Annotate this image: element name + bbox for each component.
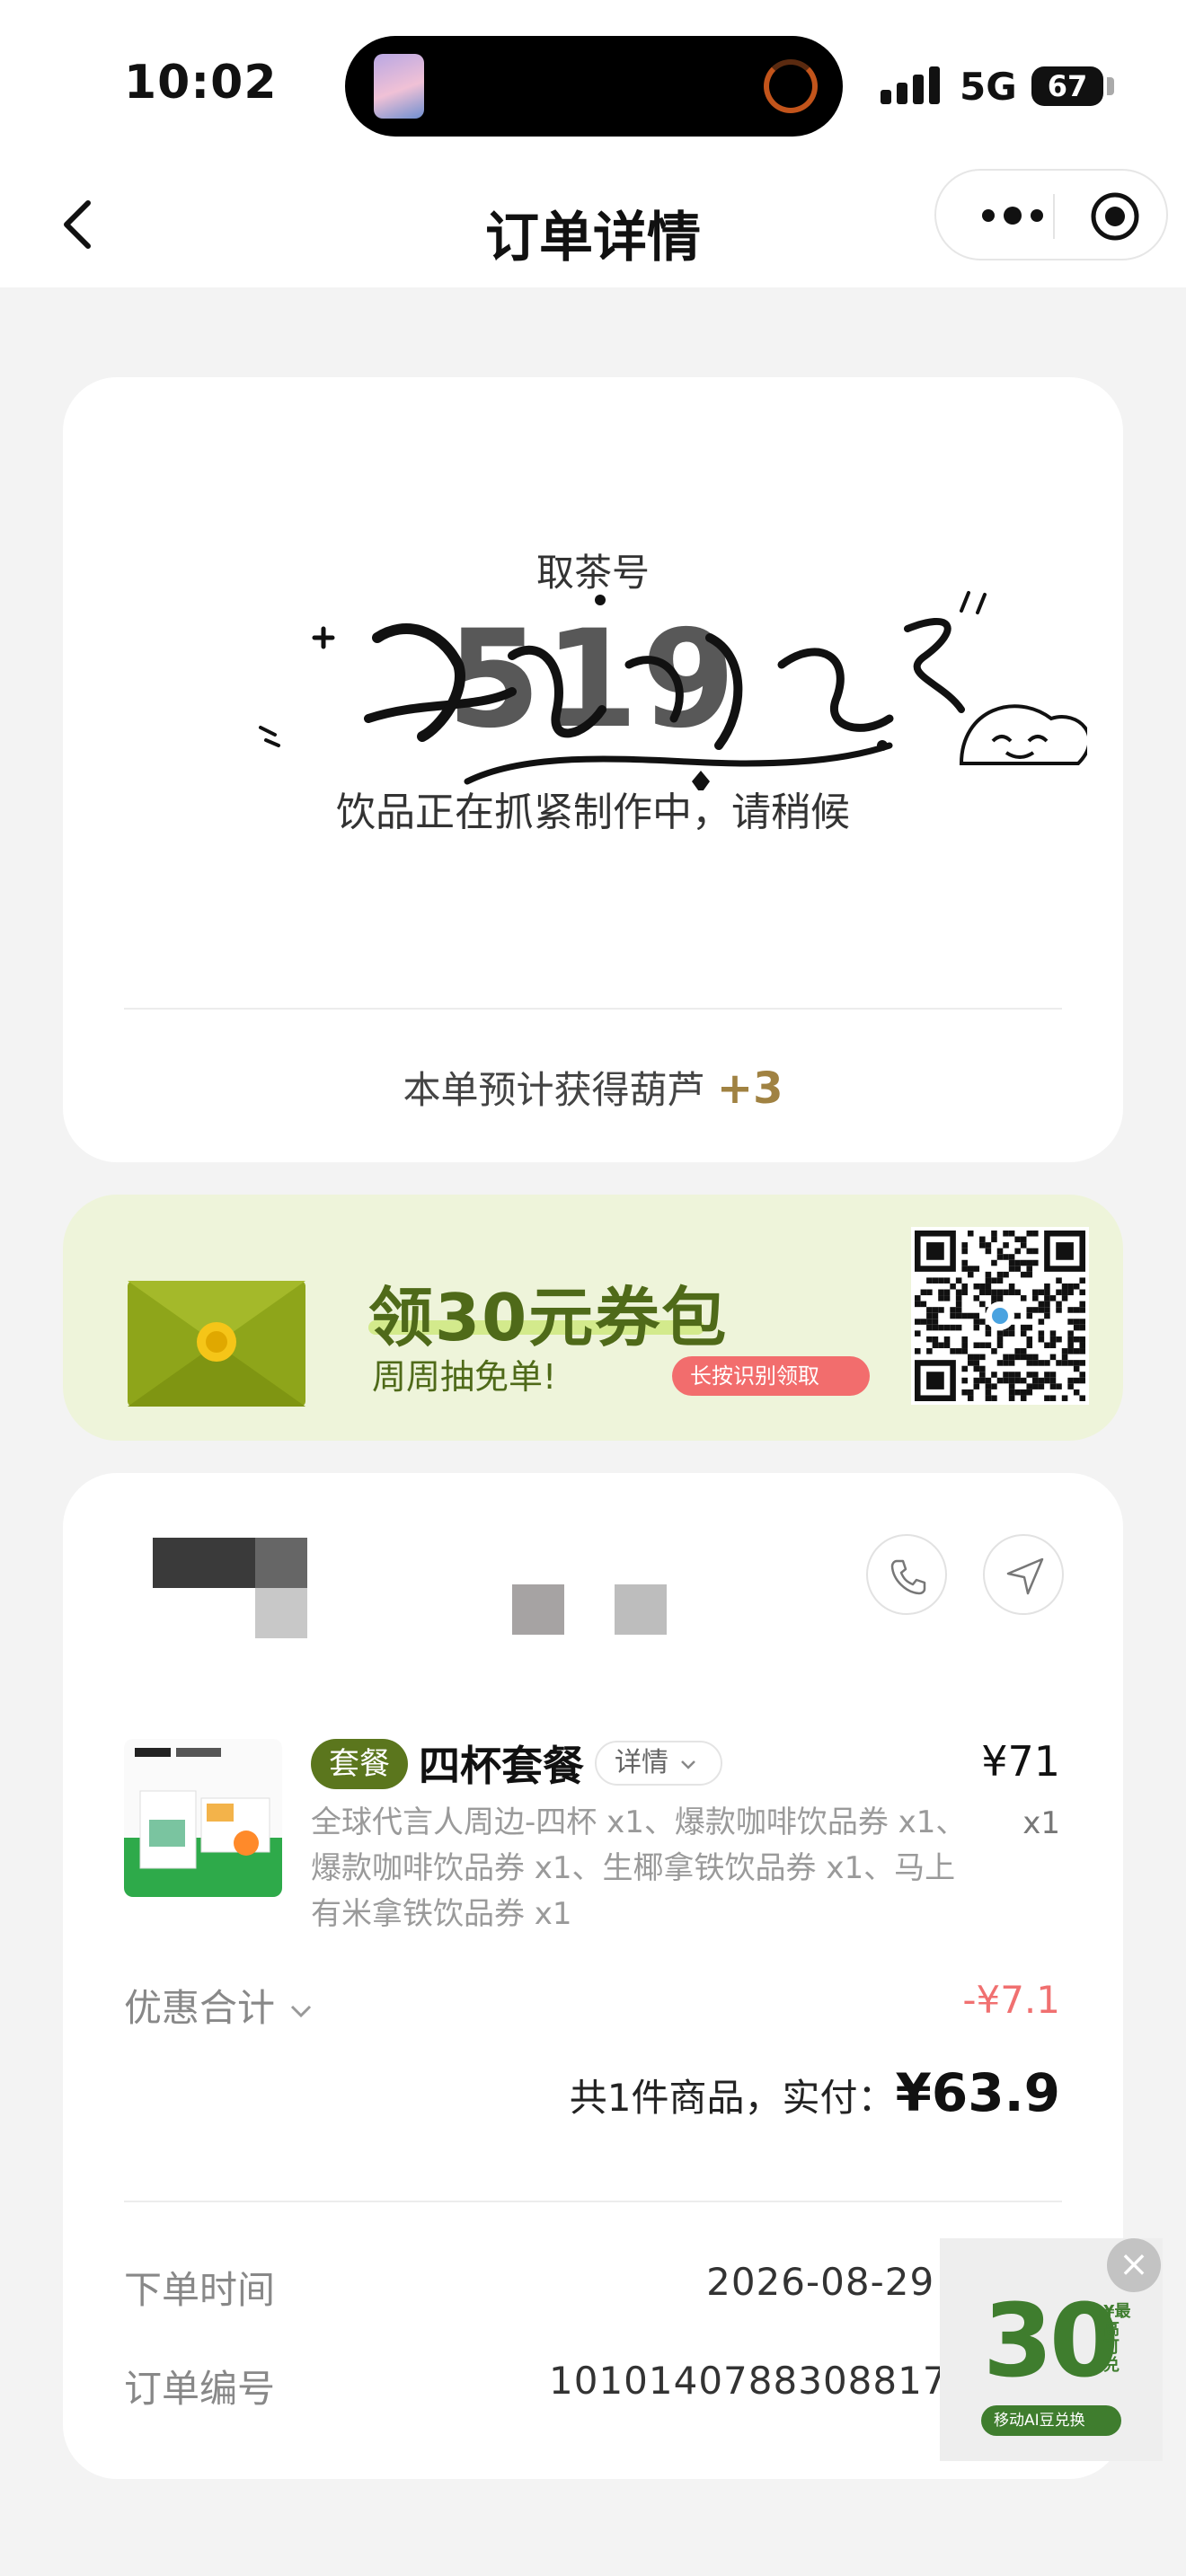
coupon-banner[interactable]: 领30元券包 周周抽免单! 长按识别领取 [63, 1195, 1123, 1441]
discount-label: 优惠合计 [124, 1986, 276, 2030]
close-ad-button[interactable]: × [1107, 2238, 1161, 2292]
order-time-label: 下单时间 [124, 2268, 276, 2312]
status-bar: 10:02 5G 67 [0, 0, 1186, 162]
navigation-icon [1006, 1557, 1044, 1595]
order-number-label: 订单编号 [124, 2367, 276, 2411]
target-close-icon [1091, 192, 1139, 241]
store-name-redacted [255, 1538, 307, 1588]
product-image [124, 1739, 282, 1897]
capsule-divider [1053, 194, 1055, 239]
discount-toggle[interactable]: 优惠合计 [124, 1978, 315, 2033]
bundle-tag: 套餐 [311, 1739, 408, 1789]
progress-ring-icon [764, 59, 818, 113]
product-name: 四杯套餐 [419, 1742, 584, 1790]
product-quantity: x1 [1022, 1805, 1060, 1841]
chevron-down-icon [680, 1760, 695, 1769]
order-summary: 共1件商品，实付：¥63.9 [570, 2062, 1060, 2123]
navigate-button[interactable] [983, 1534, 1064, 1615]
pickup-card: 取茶号 519 饮品正在抓紧制作中，请稍候 本单预计获得葫芦 +3 [63, 377, 1123, 1162]
signal-icon [881, 65, 943, 104]
summary-text: 共1件商品，实付： [569, 2076, 896, 2120]
detail-label: 详情 [615, 1747, 668, 1778]
banner-pill: 长按识别领取 [672, 1356, 870, 1396]
media-thumbnail [374, 54, 424, 119]
card-divider [124, 1008, 1062, 1010]
bonus-label: 本单预计获得葫芦 [403, 1068, 705, 1112]
store-address-redacted [512, 1584, 564, 1635]
discount-value: -¥7.1 [962, 1978, 1060, 2022]
dynamic-island [345, 36, 843, 137]
order-number-value[interactable]: 101014078830881726 [549, 2359, 997, 2403]
ad-amount: 30 [983, 2283, 1120, 2400]
call-store-button[interactable] [866, 1534, 947, 1615]
status-time: 10:02 [124, 56, 278, 110]
calligraphy-decoration [259, 591, 1087, 790]
making-status-text: 饮品正在抓紧制作中，请稍候 [336, 790, 850, 835]
phone-icon [890, 1559, 926, 1595]
qr-code-icon[interactable] [911, 1227, 1089, 1405]
more-icon [982, 207, 1043, 225]
paid-amount: ¥63.9 [895, 2062, 1060, 2123]
battery-icon: 67 [1031, 66, 1103, 106]
banner-title: 领30元券包 [368, 1280, 729, 1355]
more-button[interactable] [972, 201, 1053, 230]
exit-button[interactable] [1089, 190, 1141, 243]
nav-bar: 订单详情 [0, 162, 1186, 287]
product-price: ¥71 [981, 1737, 1060, 1786]
battery-cap [1107, 77, 1114, 95]
bonus-text: 本单预计获得葫芦 +3 [63, 1060, 1123, 1115]
card-divider [124, 2201, 1062, 2202]
chevron-down-icon [291, 2005, 312, 2017]
close-icon: × [1119, 2244, 1149, 2285]
store-name-redacted [255, 1588, 307, 1638]
bonus-value: +3 [716, 1063, 783, 1114]
mini-program-capsule [934, 169, 1168, 260]
banner-subtitle: 周周抽免单! [372, 1357, 557, 1397]
store-address-redacted [615, 1584, 667, 1635]
detail-button[interactable]: 详情 [595, 1741, 722, 1786]
product-description: 全球代言人周边-四杯 x1、爆款咖啡饮品券 x1、爆款咖啡饮品券 x1、生椰拿铁… [311, 1804, 967, 1932]
ad-side-text: ¥最高可兑 [1103, 2302, 1131, 2375]
network-type: 5G [960, 65, 1017, 109]
ad-pill: 移动AI豆兑换 [981, 2405, 1121, 2436]
envelope-icon [128, 1281, 305, 1407]
